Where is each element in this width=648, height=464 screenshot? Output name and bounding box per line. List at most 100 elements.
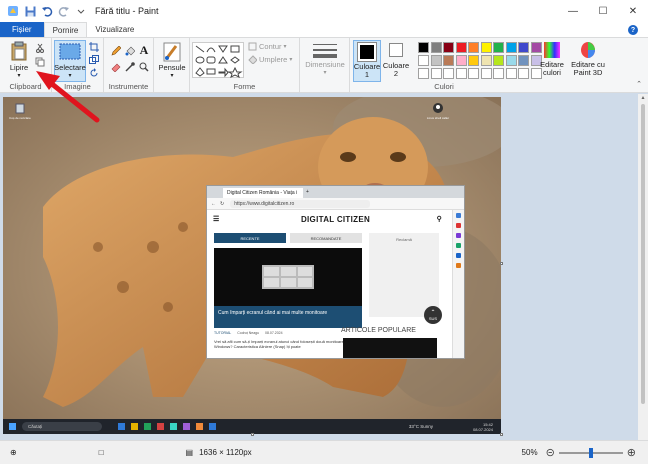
palette-color[interactable] bbox=[443, 42, 454, 53]
desktop-icon-label: Coș de reciclare bbox=[9, 116, 31, 120]
palette-color[interactable] bbox=[455, 68, 467, 79]
palette-color[interactable] bbox=[518, 42, 529, 53]
text-tool-icon[interactable]: A bbox=[139, 43, 149, 57]
color1-button[interactable]: Culoare 1 bbox=[353, 40, 381, 82]
undo-icon[interactable] bbox=[41, 5, 53, 17]
palette-color[interactable] bbox=[493, 42, 504, 53]
contour-label: Contur bbox=[259, 42, 282, 51]
line-size-icon bbox=[313, 44, 337, 58]
palette-color[interactable] bbox=[480, 42, 492, 53]
palette-color[interactable] bbox=[430, 68, 442, 79]
resize-icon[interactable] bbox=[89, 55, 99, 65]
fill-button[interactable]: Umplere ▾ bbox=[248, 55, 292, 64]
resize-handle-bottom[interactable] bbox=[251, 433, 254, 436]
tab-view[interactable]: Vizualizare bbox=[87, 22, 142, 37]
palette-color[interactable] bbox=[505, 68, 517, 79]
cut-icon[interactable] bbox=[35, 43, 45, 53]
fill-bucket-icon[interactable] bbox=[125, 46, 135, 56]
resize-handle-right[interactable] bbox=[500, 262, 503, 265]
scroll-top-label: SUS bbox=[428, 315, 438, 321]
selection-icon: □ bbox=[98, 448, 104, 457]
paste-button[interactable]: Lipire ▾ bbox=[6, 41, 32, 79]
palette-color[interactable] bbox=[418, 42, 429, 53]
tab-file[interactable]: Fișier bbox=[0, 22, 44, 37]
crop-icon[interactable] bbox=[89, 42, 99, 52]
select-button[interactable]: Selectare ▾ bbox=[54, 40, 86, 82]
palette-color[interactable] bbox=[468, 68, 479, 79]
ribbon-tabs: Fișier Pornire Vizualizare ? bbox=[0, 22, 648, 37]
collapse-ribbon-icon[interactable]: ⌃ bbox=[636, 80, 642, 88]
drawing-canvas[interactable]: Coș de reciclare Linux shell caller Digi… bbox=[3, 97, 501, 434]
rotate-icon[interactable] bbox=[89, 68, 99, 78]
size-label: Dimensiune bbox=[305, 60, 345, 69]
palette-color[interactable] bbox=[455, 55, 467, 66]
help-icon[interactable]: ? bbox=[628, 25, 638, 35]
color2-button[interactable]: Culoare 2 bbox=[383, 40, 409, 82]
palette-color[interactable] bbox=[468, 55, 479, 66]
palette-color[interactable] bbox=[418, 68, 429, 79]
customize-toolbar-icon[interactable] bbox=[75, 5, 87, 17]
palette-color[interactable] bbox=[505, 55, 517, 66]
url-text: https://www.digitalcitizen.ro bbox=[230, 199, 371, 208]
minimize-button[interactable]: — bbox=[558, 0, 588, 22]
palette-color[interactable] bbox=[455, 42, 467, 53]
maximize-button[interactable]: ☐ bbox=[588, 0, 618, 22]
taskbar-search-placeholder: Căutați bbox=[28, 424, 43, 429]
brushes-button[interactable]: Pensule ▾ bbox=[156, 41, 188, 79]
resize-handle-corner[interactable] bbox=[500, 433, 503, 436]
close-button[interactable]: ✕ bbox=[618, 0, 648, 22]
canvas-size-icon: ▤ bbox=[185, 448, 194, 457]
palette-color[interactable] bbox=[505, 42, 517, 53]
edit-colors-button[interactable]: Editare culori bbox=[539, 41, 565, 77]
palette-color[interactable] bbox=[493, 55, 504, 66]
ribbon: Lipire ▾ Clipboard Selectare ▾ Imagine A… bbox=[0, 37, 648, 93]
save-icon[interactable] bbox=[24, 5, 36, 17]
palette-color[interactable] bbox=[480, 68, 492, 79]
size-button[interactable]: Dimensiune ▾ bbox=[303, 42, 347, 76]
palette-color[interactable] bbox=[518, 68, 529, 79]
pencil-icon[interactable] bbox=[111, 46, 121, 56]
article-author: Codruț Neagu bbox=[237, 331, 260, 335]
color1-label: Culoare 1 bbox=[353, 62, 381, 79]
color-wheel-icon bbox=[544, 42, 560, 58]
zoom-slider[interactable] bbox=[558, 447, 623, 458]
magnifier-icon[interactable] bbox=[139, 62, 149, 72]
palette-color[interactable] bbox=[493, 68, 504, 79]
palette-color[interactable] bbox=[418, 55, 429, 66]
color-picker-icon[interactable] bbox=[125, 62, 135, 72]
zoom-in-button[interactable]: ⊕ bbox=[627, 446, 636, 459]
paint3d-icon bbox=[581, 42, 595, 58]
chevron-down-icon: ▾ bbox=[170, 73, 174, 79]
palette-color[interactable] bbox=[430, 42, 442, 53]
palette-color[interactable] bbox=[443, 68, 454, 79]
brush-icon bbox=[163, 42, 181, 62]
zoom-slider-thumb[interactable] bbox=[588, 447, 593, 458]
redo-icon[interactable] bbox=[58, 5, 70, 17]
palette-color[interactable] bbox=[480, 55, 492, 66]
quick-access-toolbar bbox=[0, 5, 87, 17]
zoom-value: 50% bbox=[521, 448, 538, 457]
copy-icon[interactable] bbox=[35, 57, 45, 67]
colors-group-label: Culori bbox=[434, 82, 454, 91]
contour-button[interactable]: Contur ▾ bbox=[248, 42, 287, 51]
palette-color[interactable] bbox=[443, 55, 454, 66]
tab-home[interactable]: Pornire bbox=[43, 22, 88, 37]
scroll-up-icon[interactable]: ▴ bbox=[638, 94, 648, 101]
palette-color[interactable] bbox=[518, 55, 529, 66]
image-group-label: Imagine bbox=[64, 82, 91, 91]
edit-paint3d-button[interactable]: Editare cu Paint 3D bbox=[569, 41, 607, 77]
article-title-bar: Cum împarți ecranul când ai mai multe mo… bbox=[214, 306, 362, 328]
shapes-gallery[interactable] bbox=[192, 42, 244, 78]
paste-label: Lipire bbox=[9, 63, 29, 72]
palette-color[interactable] bbox=[468, 42, 479, 53]
window-title: Fără titlu - Paint bbox=[95, 6, 159, 16]
zoom-out-button[interactable]: ⊝ bbox=[546, 446, 555, 459]
scroll-thumb[interactable] bbox=[641, 104, 645, 404]
browser-sidebar bbox=[452, 210, 464, 358]
article-excerpt: Vrei să afli cum să-ți împarți ecranul a… bbox=[214, 339, 349, 349]
palette-color[interactable] bbox=[430, 55, 442, 66]
edit-paint3d-label: Editare cu Paint 3D bbox=[571, 60, 605, 77]
eraser-icon[interactable] bbox=[111, 62, 121, 72]
vertical-scrollbar[interactable]: ▴ bbox=[638, 94, 648, 440]
screenshot-taskbar: Căutați 33°C Sunny 15:42 08.07.2024 bbox=[3, 419, 501, 434]
